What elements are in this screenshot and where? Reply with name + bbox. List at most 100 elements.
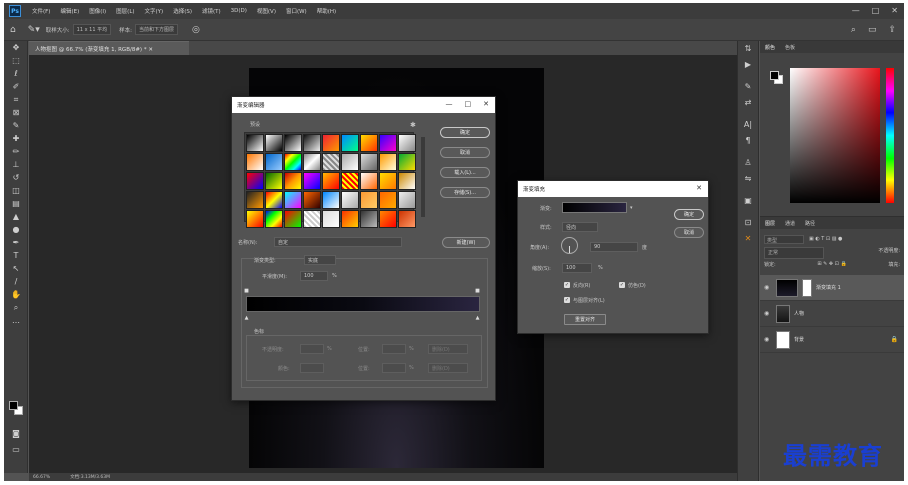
gradient-preset-swatch[interactable] [303,210,321,228]
menu-help[interactable]: 帮助(H) [312,7,341,15]
gradient-preset-swatch[interactable] [379,172,397,190]
history-brush-icon[interactable]: ↺ [4,171,28,184]
close-icon[interactable]: ✕ [696,184,702,192]
layer-person[interactable]: ◉ 人物 [760,301,904,327]
gradient-preset-swatch[interactable] [398,153,416,171]
cancel-button[interactable]: 取消 [440,147,490,158]
layer-kind-filter[interactable]: 类型 [764,234,804,244]
blend-mode-select[interactable]: 正常 [764,247,824,259]
eyedropper-tool-icon[interactable]: ✎▾ [28,25,40,35]
gradient-preset-swatch[interactable] [379,153,397,171]
panel-foreground-swatch[interactable] [770,71,779,80]
clone-source-icon[interactable]: ♙ [738,155,758,171]
dodge-tool-icon[interactable]: ● [4,223,28,236]
path-select-icon[interactable]: ↖ [4,262,28,275]
quick-mask-icon[interactable]: ◙ [4,427,28,440]
paragraph-panel-icon[interactable]: ¶ [738,133,758,149]
adjust-icon[interactable]: ⇄ [738,95,758,111]
gradient-preset-swatch[interactable] [265,134,283,152]
gradient-preset-swatch[interactable] [398,134,416,152]
opacity-stop-left[interactable]: ■ [244,288,249,294]
gradient-presets-grid[interactable] [244,132,416,228]
gradient-preset-swatch[interactable] [360,210,378,228]
reverse-checkbox[interactable]: ✓ [564,282,570,288]
gradient-preset-swatch[interactable] [398,210,416,228]
close-icon[interactable]: ✕ [891,6,898,15]
filter-icons[interactable]: ▣ ◐ T ⊡ ▨ ● [809,236,842,242]
style-select[interactable]: 径向 [562,222,598,232]
fill-cancel-button[interactable]: 取消 [674,227,704,238]
color-picker-field[interactable] [790,68,880,203]
gradient-preset-swatch[interactable] [284,172,302,190]
gradient-preset-swatch[interactable] [341,172,359,190]
fill-ok-button[interactable]: 确定 [674,209,704,220]
menu-3d[interactable]: 3D(D) [226,8,252,14]
gradient-preset-swatch[interactable] [265,153,283,171]
gradient-name-input[interactable]: 自定 [274,237,402,247]
document-tab[interactable]: 人物抠图 @ 66.7% (渐变填充 1, RGB/8#) * ✕ [29,41,189,55]
scale-input[interactable]: 100 [562,263,592,273]
gradient-preset-swatch[interactable] [398,191,416,209]
layer-gradient-fill[interactable]: ◉ 渐变填充 1 [760,275,904,301]
gradient-preset-swatch[interactable] [360,172,378,190]
tab-swatches[interactable]: 色板 [785,44,795,51]
gradient-preset-swatch[interactable] [322,153,340,171]
gradient-tool-icon[interactable]: ▤ [4,197,28,210]
gradient-preset-swatch[interactable] [265,172,283,190]
gradient-preset-swatch[interactable] [379,191,397,209]
styles-icon[interactable]: ✕ [738,231,758,247]
sample-size-select[interactable]: 11 x 11 平均 [72,24,112,35]
load-button[interactable]: 载入(L)... [440,167,490,178]
menu-filter[interactable]: 滤镜(T) [197,7,226,15]
gradient-type-select[interactable]: 实底 [304,255,336,265]
menu-file[interactable]: 文件(F) [27,7,55,15]
share-icon[interactable]: ⇪ [888,25,896,35]
visibility-eye-icon[interactable]: ◉ [764,310,772,317]
minimize-icon[interactable]: — [446,100,453,108]
gradient-preset-swatch[interactable] [360,153,378,171]
menu-view[interactable]: 视图(V) [252,7,281,15]
gradient-swatch-picker[interactable] [562,202,627,213]
gradient-preset-swatch[interactable] [246,153,264,171]
presets-scrollbar[interactable] [421,137,425,217]
lock-icon[interactable]: 🔒 [891,336,898,343]
dither-checkbox[interactable]: ✓ [619,282,625,288]
gradient-preset-swatch[interactable] [265,210,283,228]
gradient-preset-swatch[interactable] [398,172,416,190]
gradient-preset-swatch[interactable] [341,210,359,228]
clone-stamp-icon[interactable]: ⊥ [4,158,28,171]
hand-tool-icon[interactable]: ✋ [4,288,28,301]
gradient-preset-swatch[interactable] [303,134,321,152]
type-tool-icon[interactable]: T [4,249,28,262]
gradient-preset-swatch[interactable] [341,191,359,209]
close-icon[interactable]: ✕ [483,100,489,108]
tab-color[interactable]: 颜色 [765,44,775,51]
gradient-preset-swatch[interactable] [246,191,264,209]
opacity-stop-right[interactable]: ■ [475,288,480,294]
gradient-preset-swatch[interactable] [246,210,264,228]
gradient-preset-swatch[interactable] [322,191,340,209]
sampling-ring-icon[interactable]: ◎ [192,25,200,35]
menu-edit[interactable]: 编辑(E) [55,7,84,15]
maximize-icon[interactable]: □ [465,100,472,108]
tab-paths[interactable]: 路径 [805,220,815,227]
eraser-tool-icon[interactable]: ◫ [4,184,28,197]
gradient-preset-swatch[interactable] [360,134,378,152]
gradient-dropdown-icon[interactable]: ▾ [630,205,633,211]
workspace-icon[interactable]: ▭ [868,25,877,35]
gradient-preset-swatch[interactable] [360,191,378,209]
ok-button[interactable]: 确定 [440,127,490,138]
play-actions-icon[interactable]: ▶ [738,57,758,73]
brush-settings-icon[interactable]: ✎ [738,79,758,95]
visibility-eye-icon[interactable]: ◉ [764,284,772,291]
gradient-preset-swatch[interactable] [341,153,359,171]
gradient-preset-swatch[interactable] [303,191,321,209]
tab-layers[interactable]: 图层 [765,220,775,227]
gradient-preset-swatch[interactable] [246,134,264,152]
gradient-preset-swatch[interactable] [322,134,340,152]
gradient-preset-swatch[interactable] [303,172,321,190]
minimize-icon[interactable]: — [852,6,860,15]
sample-select[interactable]: 当前和下方图层 [134,24,178,35]
marquee-tool-icon[interactable]: ⬚ [4,54,28,67]
menu-layer[interactable]: 图层(L) [111,7,139,15]
